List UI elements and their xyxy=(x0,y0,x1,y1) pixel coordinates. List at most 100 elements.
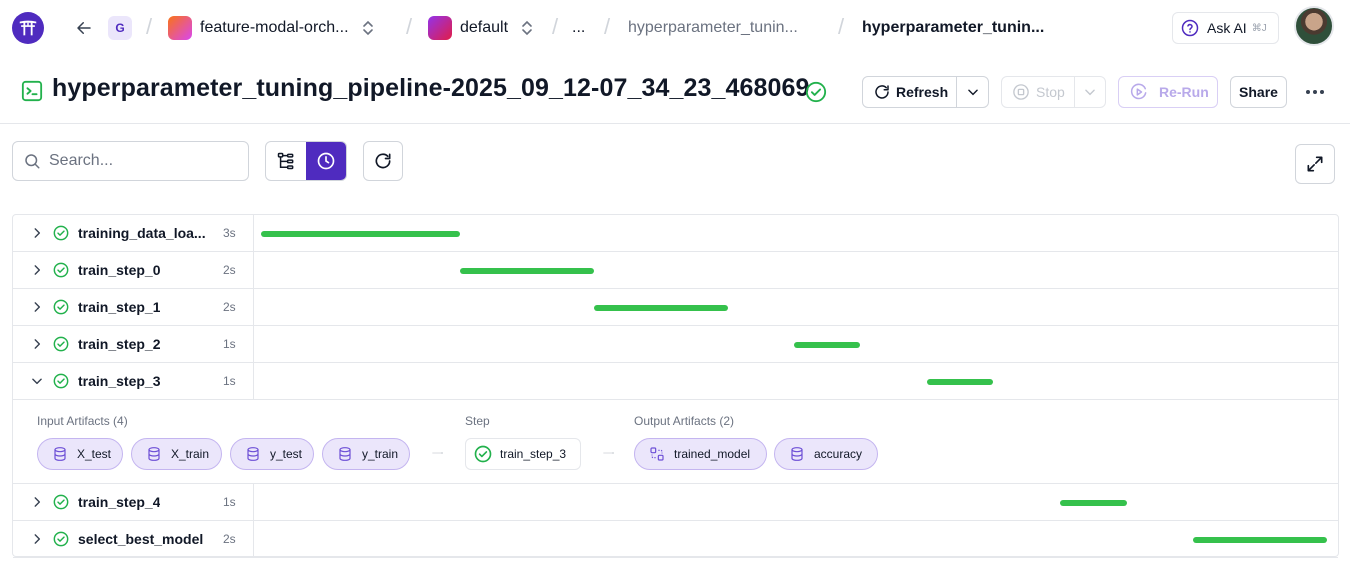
view-toggle xyxy=(265,141,347,181)
workspace-badge[interactable]: G xyxy=(108,16,132,40)
stop-label: Stop xyxy=(1036,84,1065,100)
timeline-bar[interactable] xyxy=(460,268,594,274)
refresh-button[interactable]: Refresh xyxy=(863,77,957,107)
breadcrumb-stack[interactable]: default xyxy=(428,16,534,40)
input-artifact[interactable]: X_test xyxy=(37,438,123,470)
search-input[interactable] xyxy=(49,152,229,170)
chevron-up-down-icon xyxy=(520,19,534,37)
step-name[interactable]: train_step_4 xyxy=(78,494,160,510)
database-icon xyxy=(52,446,77,462)
breadcrumb-pipeline[interactable]: hyperparameter_tunin... xyxy=(628,16,798,40)
refresh-label: Refresh xyxy=(896,84,949,100)
artifact-name: y_test xyxy=(270,447,303,461)
help-circle-icon xyxy=(1181,19,1199,37)
step-name[interactable]: training_data_loa... xyxy=(78,225,206,241)
artifact-name: y_train xyxy=(362,447,399,461)
step-name[interactable]: train_step_0 xyxy=(78,262,160,278)
timeline-bar[interactable] xyxy=(926,379,993,385)
artifact-name: X_train xyxy=(171,447,210,461)
chevron-right-icon[interactable] xyxy=(30,337,44,351)
share-button[interactable]: Share xyxy=(1230,76,1287,108)
back-button[interactable] xyxy=(72,16,96,40)
column-divider xyxy=(253,326,254,362)
chevron-right-icon[interactable] xyxy=(30,532,44,546)
output-artifact[interactable]: trained_model xyxy=(634,438,767,470)
chevron-right-icon[interactable] xyxy=(30,263,44,277)
artifact-name: X_test xyxy=(77,447,112,461)
rerun-button[interactable]: Re-Run xyxy=(1118,76,1218,108)
breadcrumb-separator: / xyxy=(146,14,153,39)
chevron-right-icon[interactable] xyxy=(30,300,44,314)
chevron-down-icon[interactable] xyxy=(30,374,44,388)
arrow-right-icon xyxy=(603,452,614,454)
refresh-dropdown[interactable] xyxy=(957,85,988,99)
stop-button-group: Stop xyxy=(1001,76,1106,108)
timeline-row[interactable]: select_best_model 2s xyxy=(13,521,1338,558)
ask-ai-label: Ask AI xyxy=(1207,20,1247,36)
column-divider xyxy=(253,289,254,325)
check-circle-icon xyxy=(53,336,69,352)
breadcrumb-project[interactable]: feature-modal-orch... xyxy=(168,16,375,40)
refresh-button-group: Refresh xyxy=(862,76,989,108)
column-divider xyxy=(253,252,254,288)
zenml-logo[interactable] xyxy=(12,12,44,44)
input-artifact[interactable]: y_test xyxy=(230,438,314,470)
timeline-row[interactable]: train_step_2 1s xyxy=(13,326,1338,363)
chevron-right-icon[interactable] xyxy=(30,495,44,509)
chevron-down-icon xyxy=(1085,89,1095,96)
breadcrumb-separator: / xyxy=(838,14,845,39)
timeline-view-button[interactable] xyxy=(306,142,346,180)
step-duration: 2s xyxy=(223,532,236,546)
stack-name: default xyxy=(460,19,509,36)
timeline-row[interactable]: train_step_0 2s xyxy=(13,252,1338,289)
refresh-icon xyxy=(875,85,889,99)
timeline-row[interactable]: train_step_3 1s xyxy=(13,363,1338,400)
input-artifact[interactable]: y_train xyxy=(322,438,410,470)
more-horizontal-icon xyxy=(1306,90,1324,94)
step-name[interactable]: train_step_1 xyxy=(78,299,160,315)
column-divider xyxy=(253,363,254,399)
database-icon xyxy=(146,446,171,462)
arrow-right-icon xyxy=(432,452,443,454)
breadcrumb-run[interactable]: hyperparameter_tunin... xyxy=(862,16,1044,40)
database-icon xyxy=(789,446,814,462)
step-name[interactable]: train_step_3 xyxy=(78,373,160,389)
step-node[interactable]: train_step_3 xyxy=(465,438,581,470)
database-icon xyxy=(245,446,270,462)
search-field[interactable] xyxy=(12,141,249,181)
check-circle-icon xyxy=(53,299,69,315)
reload-graph-button[interactable] xyxy=(363,141,403,181)
timeline-row[interactable]: train_step_1 2s xyxy=(13,289,1338,326)
page-title: hyperparameter_tuning_pipeline-2025_09_1… xyxy=(52,74,810,102)
arrow-left-icon xyxy=(77,22,91,34)
more-options-button[interactable] xyxy=(1303,84,1327,100)
step-duration: 1s xyxy=(223,495,236,509)
input-artifact[interactable]: X_train xyxy=(131,438,222,470)
step-node-name: train_step_3 xyxy=(500,447,567,461)
step-name[interactable]: select_best_model xyxy=(78,531,203,547)
ask-ai-button[interactable]: Ask AI ⌘J xyxy=(1172,12,1279,44)
maximize-icon xyxy=(1307,156,1323,172)
step-name[interactable]: train_step_2 xyxy=(78,336,160,352)
timeline-bar[interactable] xyxy=(793,342,861,348)
user-avatar[interactable] xyxy=(1294,6,1334,46)
timeline-row[interactable]: train_step_4 1s xyxy=(13,484,1338,521)
check-circle-icon xyxy=(474,445,500,463)
column-divider xyxy=(253,215,254,251)
timeline-bar[interactable] xyxy=(593,305,728,311)
timeline-bar[interactable] xyxy=(1060,500,1127,506)
stop-button[interactable]: Stop xyxy=(1002,77,1075,107)
timeline-row[interactable]: training_data_loa... 3s xyxy=(13,215,1338,252)
output-artifact[interactable]: accuracy xyxy=(774,438,878,470)
fullscreen-button[interactable] xyxy=(1295,144,1335,184)
timeline-bar[interactable] xyxy=(261,231,461,237)
stop-dropdown[interactable] xyxy=(1075,85,1105,99)
dag-view-button[interactable] xyxy=(266,142,306,180)
breadcrumb-ellipsis[interactable]: ... xyxy=(572,16,585,40)
chevron-right-icon[interactable] xyxy=(30,226,44,240)
step-duration: 1s xyxy=(223,337,236,351)
timeline-bar[interactable] xyxy=(1192,537,1327,543)
terminal-icon xyxy=(21,80,43,102)
artifact-name: accuracy xyxy=(814,447,863,461)
search-icon xyxy=(25,154,40,169)
